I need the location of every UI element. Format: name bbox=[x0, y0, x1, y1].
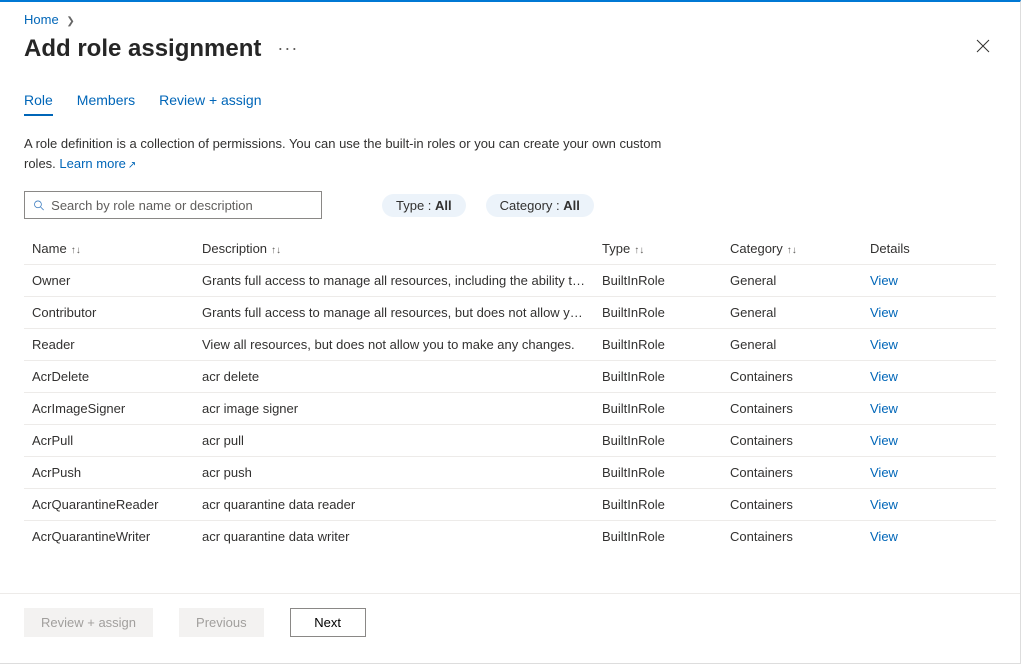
table-row[interactable]: OwnerGrants full access to manage all re… bbox=[24, 265, 996, 297]
cell-category: Containers bbox=[722, 521, 862, 553]
column-header-category[interactable]: Category↑↓ bbox=[722, 233, 862, 265]
filter-category[interactable]: Category : All bbox=[486, 194, 594, 217]
cell-type: BuiltInRole bbox=[594, 521, 722, 553]
cell-type: BuiltInRole bbox=[594, 329, 722, 361]
external-link-icon: ↗ bbox=[128, 160, 136, 171]
tab-review-assign[interactable]: Review + assign bbox=[159, 92, 261, 116]
cell-name: AcrPush bbox=[24, 457, 194, 489]
view-link[interactable]: View bbox=[870, 401, 898, 416]
cell-name: Owner bbox=[24, 265, 194, 297]
cell-type: BuiltInRole bbox=[594, 393, 722, 425]
sort-icon: ↑↓ bbox=[634, 245, 644, 256]
table-row[interactable]: AcrPullacr pullBuiltInRoleContainers View bbox=[24, 425, 996, 457]
cell-description: acr image signer bbox=[194, 393, 594, 425]
more-actions-button[interactable]: ··· bbox=[277, 38, 298, 59]
close-icon bbox=[976, 39, 990, 53]
next-button[interactable]: Next bbox=[290, 608, 366, 637]
cell-description: acr quarantine data writer bbox=[194, 521, 594, 553]
cell-description: acr pull bbox=[194, 425, 594, 457]
view-link[interactable]: View bbox=[870, 465, 898, 480]
cell-name: Reader bbox=[24, 329, 194, 361]
cell-description: acr push bbox=[194, 457, 594, 489]
search-box[interactable] bbox=[24, 191, 322, 219]
cell-category: Containers bbox=[722, 489, 862, 521]
cell-category: Containers bbox=[722, 457, 862, 489]
learn-more-link[interactable]: Learn more↗ bbox=[59, 156, 136, 171]
chevron-right-icon: ❯ bbox=[66, 16, 74, 27]
roles-table: Name↑↓ Description↑↓ Type↑↓ Category↑↓ D… bbox=[24, 233, 996, 552]
cell-description: acr quarantine data reader bbox=[194, 489, 594, 521]
cell-name: AcrQuarantineReader bbox=[24, 489, 194, 521]
table-row[interactable]: AcrPushacr pushBuiltInRoleContainers View bbox=[24, 457, 996, 489]
table-row[interactable]: AcrDeleteacr deleteBuiltInRoleContainers… bbox=[24, 361, 996, 393]
horizontal-scrollbar[interactable] bbox=[0, 647, 1020, 663]
description-text: A role definition is a collection of per… bbox=[24, 134, 664, 173]
view-link[interactable]: View bbox=[870, 273, 898, 288]
table-row[interactable]: AcrImageSigneracr image signerBuiltInRol… bbox=[24, 393, 996, 425]
cell-type: BuiltInRole bbox=[594, 297, 722, 329]
close-button[interactable] bbox=[970, 33, 996, 64]
search-input[interactable] bbox=[51, 198, 313, 213]
column-header-name[interactable]: Name↑↓ bbox=[24, 233, 194, 265]
cell-name: Contributor bbox=[24, 297, 194, 329]
breadcrumb-home[interactable]: Home bbox=[24, 12, 59, 27]
page-header: Add role assignment ··· bbox=[0, 31, 1020, 76]
content-scroll[interactable]: Role Members Review + assign A role defi… bbox=[0, 76, 1020, 593]
cell-type: BuiltInRole bbox=[594, 489, 722, 521]
view-link[interactable]: View bbox=[870, 497, 898, 512]
view-link[interactable]: View bbox=[870, 369, 898, 384]
review-assign-button: Review + assign bbox=[24, 608, 153, 637]
cell-category: Containers bbox=[722, 425, 862, 457]
cell-category: General bbox=[722, 265, 862, 297]
cell-description: Grants full access to manage all resourc… bbox=[194, 297, 594, 329]
cell-category: Containers bbox=[722, 393, 862, 425]
tab-role[interactable]: Role bbox=[24, 92, 53, 116]
column-header-type[interactable]: Type↑↓ bbox=[594, 233, 722, 265]
cell-type: BuiltInRole bbox=[594, 425, 722, 457]
tabs: Role Members Review + assign bbox=[24, 92, 996, 116]
view-link[interactable]: View bbox=[870, 305, 898, 320]
cell-name: AcrDelete bbox=[24, 361, 194, 393]
column-header-description[interactable]: Description↑↓ bbox=[194, 233, 594, 265]
cell-category: General bbox=[722, 297, 862, 329]
sort-icon: ↑↓ bbox=[787, 245, 797, 256]
cell-name: AcrQuarantineWriter bbox=[24, 521, 194, 553]
previous-button: Previous bbox=[179, 608, 264, 637]
breadcrumb: Home ❯ bbox=[0, 2, 1020, 31]
cell-category: Containers bbox=[722, 361, 862, 393]
cell-type: BuiltInRole bbox=[594, 361, 722, 393]
view-link[interactable]: View bbox=[870, 529, 898, 544]
table-row[interactable]: AcrQuarantineReaderacr quarantine data r… bbox=[24, 489, 996, 521]
footer: Review + assign Previous Next bbox=[0, 593, 1020, 647]
sort-icon: ↑↓ bbox=[271, 245, 281, 256]
cell-type: BuiltInRole bbox=[594, 457, 722, 489]
table-row[interactable]: ContributorGrants full access to manage … bbox=[24, 297, 996, 329]
page-title: Add role assignment bbox=[24, 35, 261, 63]
search-icon bbox=[33, 199, 45, 212]
cell-description: Grants full access to manage all resourc… bbox=[194, 265, 594, 297]
cell-type: BuiltInRole bbox=[594, 265, 722, 297]
cell-name: AcrImageSigner bbox=[24, 393, 194, 425]
column-header-details: Details bbox=[862, 233, 996, 265]
table-row[interactable]: ReaderView all resources, but does not a… bbox=[24, 329, 996, 361]
cell-category: General bbox=[722, 329, 862, 361]
view-link[interactable]: View bbox=[870, 433, 898, 448]
cell-description: acr delete bbox=[194, 361, 594, 393]
cell-name: AcrPull bbox=[24, 425, 194, 457]
filter-type[interactable]: Type : All bbox=[382, 194, 466, 217]
sort-icon: ↑↓ bbox=[71, 245, 81, 256]
tab-members[interactable]: Members bbox=[77, 92, 135, 116]
view-link[interactable]: View bbox=[870, 337, 898, 352]
cell-description: View all resources, but does not allow y… bbox=[194, 329, 594, 361]
filter-bar: Type : All Category : All bbox=[24, 191, 996, 219]
table-row[interactable]: AcrQuarantineWriteracr quarantine data w… bbox=[24, 521, 996, 553]
